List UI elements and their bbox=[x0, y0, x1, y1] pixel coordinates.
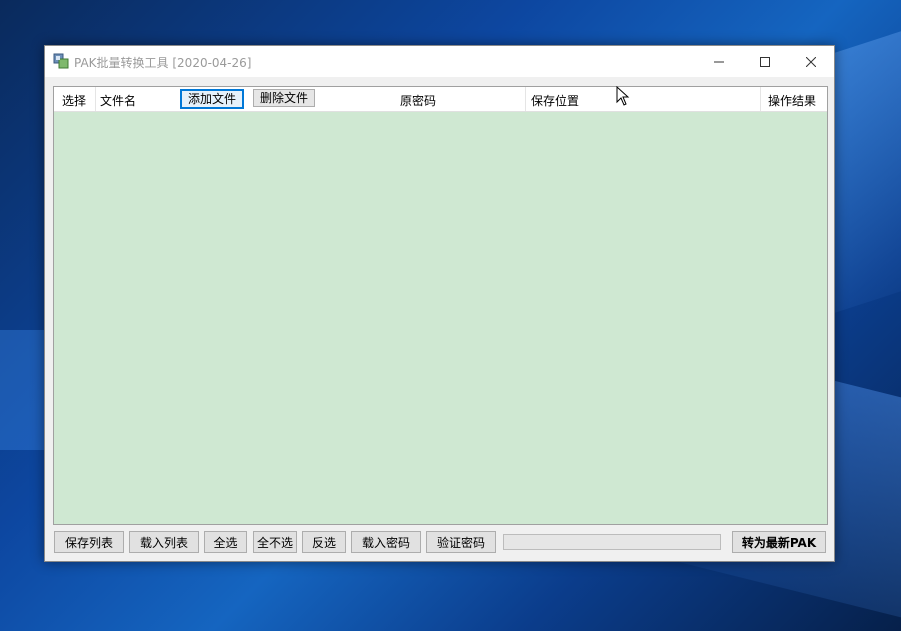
select-all-button[interactable]: 全选 bbox=[204, 531, 247, 553]
column-divider[interactable] bbox=[525, 87, 526, 111]
column-save-location[interactable]: 保存位置 bbox=[531, 92, 579, 109]
close-button[interactable] bbox=[788, 46, 834, 77]
column-divider[interactable] bbox=[760, 87, 761, 111]
column-original-password[interactable]: 原密码 bbox=[400, 92, 436, 109]
delete-file-button[interactable]: 删除文件 bbox=[253, 89, 316, 107]
load-password-button[interactable]: 载入密码 bbox=[351, 531, 421, 553]
app-window: PAK批量转换工具 [2020-04-26] 选择 文件名 添加文件 删除文件 … bbox=[44, 45, 835, 562]
save-list-button[interactable]: 保存列表 bbox=[54, 531, 124, 553]
minimize-icon bbox=[714, 61, 724, 62]
column-filename[interactable]: 文件名 bbox=[100, 92, 136, 109]
progress-bar bbox=[503, 534, 721, 550]
verify-password-button[interactable]: 验证密码 bbox=[426, 531, 496, 553]
invert-selection-button[interactable]: 反选 bbox=[302, 531, 346, 553]
close-icon bbox=[806, 56, 816, 67]
file-list[interactable]: 选择 文件名 添加文件 删除文件 原密码 保存位置 操作结果 bbox=[53, 86, 828, 525]
load-list-button[interactable]: 载入列表 bbox=[129, 531, 199, 553]
window-title: PAK批量转换工具 [2020-04-26] bbox=[74, 56, 252, 70]
list-header: 选择 文件名 添加文件 删除文件 原密码 保存位置 操作结果 bbox=[54, 87, 827, 112]
maximize-button[interactable] bbox=[742, 46, 788, 77]
maximize-icon bbox=[760, 56, 770, 67]
titlebar[interactable]: PAK批量转换工具 [2020-04-26] bbox=[45, 46, 834, 77]
add-file-button[interactable]: 添加文件 bbox=[180, 89, 245, 109]
select-none-button[interactable]: 全不选 bbox=[253, 531, 297, 553]
convert-button[interactable]: 转为最新PAK bbox=[732, 531, 826, 553]
minimize-button[interactable] bbox=[696, 46, 742, 77]
column-result[interactable]: 操作结果 bbox=[768, 92, 816, 109]
column-divider[interactable] bbox=[95, 87, 96, 111]
cursor-icon bbox=[616, 86, 630, 106]
app-icon bbox=[53, 53, 69, 69]
column-select[interactable]: 选择 bbox=[62, 92, 86, 109]
